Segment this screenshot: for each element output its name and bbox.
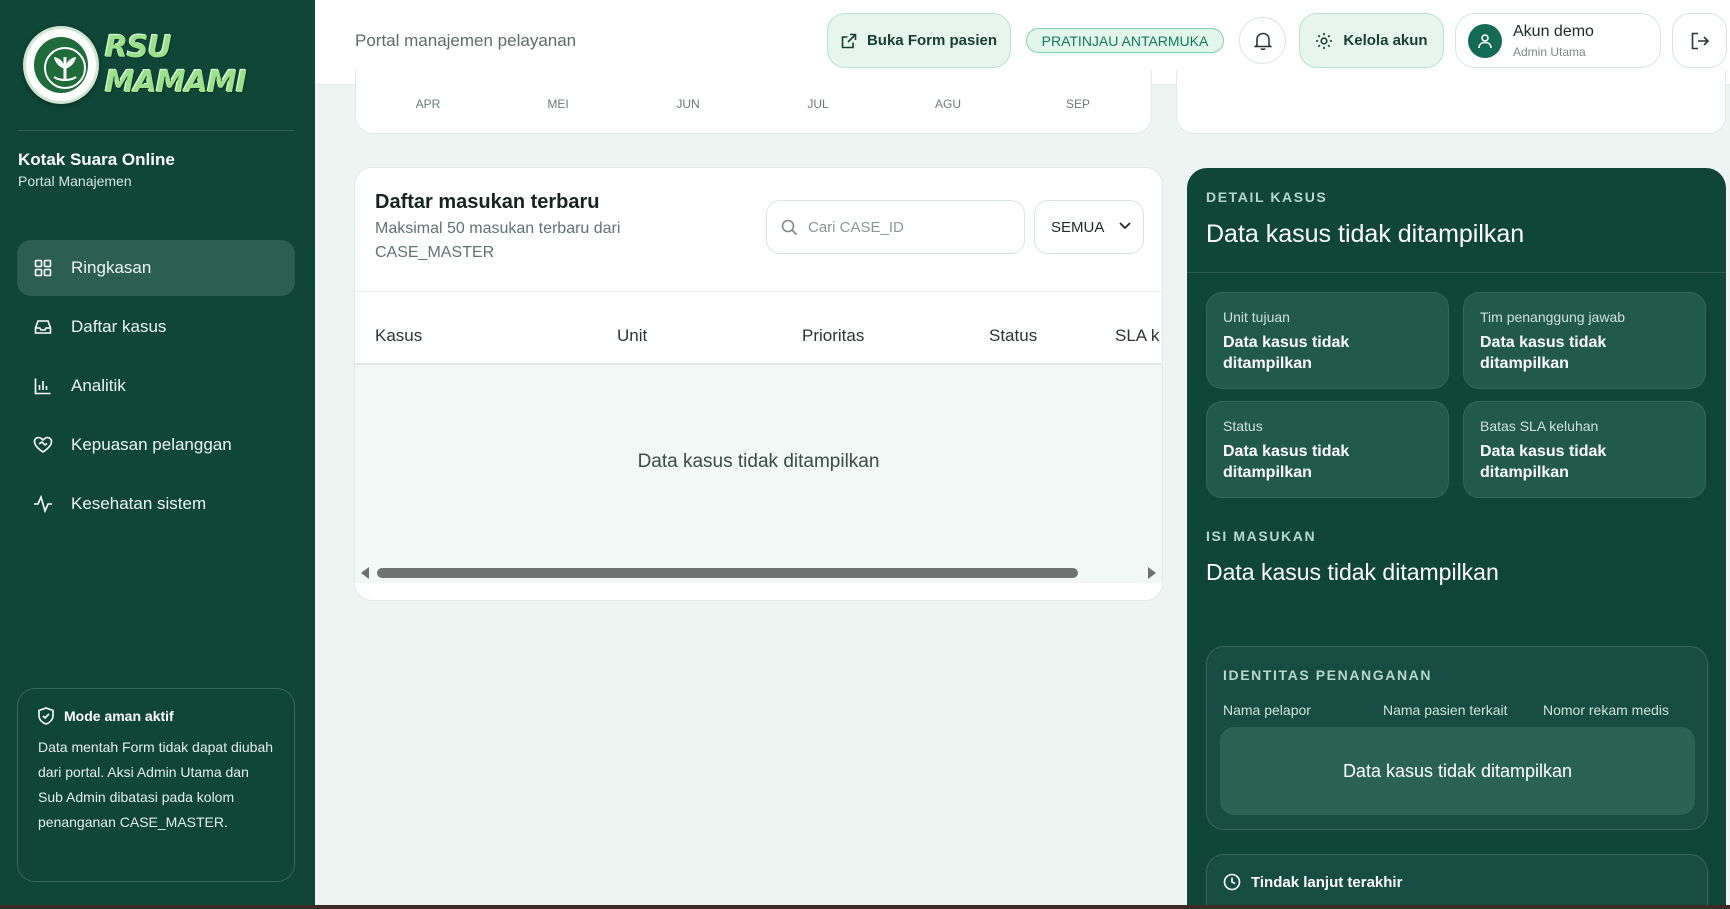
open-patient-form-button[interactable]: Buka Form pasien [827, 13, 1011, 68]
info-value: Data kasus tidak ditampilkan [1223, 334, 1350, 372]
list-title: Daftar masukan terbaru [375, 191, 600, 213]
sidebar-item-analitik[interactable]: Analitik [17, 358, 295, 414]
horizontal-scrollbar[interactable] [355, 563, 1162, 583]
table-body: Data kasus tidak ditampilkan [355, 365, 1162, 565]
sidebar-item-kesehatan-sistem[interactable]: Kesehatan sistem [17, 476, 295, 532]
safe-mode-panel: Mode aman aktif Data mentah Form tidak d… [17, 688, 295, 882]
sidebar-item-label: Ringkasan [71, 258, 152, 277]
x-tick-label: MEI [547, 97, 568, 111]
sidebar-item-kepuasan-pelanggan[interactable]: Kepuasan pelanggan [17, 417, 295, 473]
isi-masukan-kicker: ISI MASUKAN [1206, 528, 1317, 544]
search-input[interactable] [808, 218, 1008, 236]
sidebar-item-label: Daftar kasus [71, 317, 167, 336]
scroll-right-arrow-icon[interactable] [1148, 567, 1156, 579]
sidebar-item-label: Analitik [71, 376, 126, 395]
window-bottom-edge [0, 905, 1730, 909]
clock-icon [1223, 873, 1241, 891]
column-header-sla[interactable]: SLA k [1115, 326, 1159, 346]
user-role: Admin Utama [1513, 45, 1586, 59]
column-header-unit[interactable]: Unit [617, 326, 647, 346]
brand-title: Kotak Suara Online [18, 150, 175, 169]
recent-feedback-card: Daftar masukan terbaru Maksimal 50 masuk… [354, 167, 1163, 601]
trend-chart-card: APR MEI JUN JUL AGU SEP [355, 70, 1152, 134]
safe-mode-title: Mode aman aktif [38, 707, 274, 725]
external-link-icon [841, 33, 857, 48]
bell-icon [1253, 32, 1272, 50]
info-label: Unit tujuan [1223, 309, 1290, 325]
logo-text: RSU MAMAMI [104, 30, 247, 100]
sidebar: RSU MAMAMI Kotak Suara Online Portal Man… [0, 0, 315, 909]
chevron-down-icon [1119, 222, 1131, 230]
x-tick-label: SEP [1066, 97, 1090, 111]
user-menu[interactable]: Akun demo Admin Utama [1455, 13, 1661, 68]
column-header-kasus[interactable]: Kasus [375, 326, 422, 346]
user-icon [1478, 34, 1492, 49]
case-detail-panel: DETAIL KASUS Data kasus tidak ditampilka… [1187, 168, 1726, 909]
search-icon [781, 219, 798, 235]
inbox-icon [33, 317, 53, 337]
bar-chart-icon [33, 376, 53, 396]
info-value: Data kasus tidak ditampilkan [1480, 443, 1607, 481]
empty-table-message: Data kasus tidak ditampilkan [637, 451, 880, 472]
scrollbar-thumb[interactable] [377, 568, 1078, 578]
hospital-logo[interactable]: RSU MAMAMI [23, 26, 315, 104]
x-tick-label: AGU [935, 97, 961, 111]
identity-kicker: IDENTITAS PENANGANAN [1223, 667, 1433, 683]
x-tick-label: APR [416, 97, 441, 111]
sidebar-item-ringkasan[interactable]: Ringkasan [17, 240, 295, 296]
status-filter-select[interactable]: SEMUA [1034, 200, 1144, 254]
sidebar-item-label: Kesehatan sistem [71, 494, 207, 513]
notifications-button[interactable] [1239, 17, 1286, 64]
detail-divider [1187, 272, 1726, 273]
x-tick-label: JUL [807, 97, 829, 111]
sidebar-nav: Ringkasan Daftar kasus Analitik Kepuasan… [17, 240, 295, 535]
preview-badge: PRATINJAU ANTARMUKA [1026, 28, 1224, 53]
identity-panel: IDENTITAS PENANGANAN Nama pelapor Nama p… [1206, 646, 1708, 830]
scroll-left-arrow-icon[interactable] [361, 567, 369, 579]
identity-col-medical-record: Nomor rekam medis [1543, 702, 1670, 718]
follow-up-title: Tindak lanjut terakhir [1223, 873, 1402, 891]
grid-icon [33, 258, 53, 278]
user-name: Akun demo [1513, 23, 1594, 40]
info-tim-penanggung-jawab: Tim penanggung jawab Data kasus tidak di… [1463, 292, 1706, 389]
status-filter-value: SEMUA [1051, 218, 1105, 236]
identity-col-patient: Nama pasien terkait [1383, 702, 1508, 718]
sidebar-item-daftar-kasus[interactable]: Daftar kasus [17, 299, 295, 355]
detail-kicker: DETAIL KASUS [1206, 189, 1328, 205]
logo-seal-icon [23, 26, 99, 104]
summary-card [1176, 70, 1726, 134]
safe-mode-text: Data mentah Form tidak dapat diubah dari… [38, 739, 274, 830]
info-unit-tujuan: Unit tujuan Data kasus tidak ditampilkan [1206, 292, 1449, 389]
column-header-prioritas[interactable]: Prioritas [802, 326, 864, 346]
brand-subtitle: Portal Manajemen [18, 173, 132, 189]
shield-icon [38, 707, 54, 725]
follow-up-panel: Tindak lanjut terakhir [1206, 854, 1708, 909]
page-title: Portal manajemen pelayanan [355, 31, 577, 50]
avatar [1468, 24, 1502, 58]
identity-col-reporter: Nama pelapor [1223, 702, 1311, 718]
sidebar-divider [18, 130, 294, 131]
info-value: Data kasus tidak ditampilkan [1480, 334, 1607, 372]
logout-button[interactable] [1672, 13, 1727, 68]
info-label: Batas SLA keluhan [1480, 418, 1599, 434]
sidebar-item-label: Kepuasan pelanggan [71, 435, 232, 454]
detail-title: Data kasus tidak ditampilkan [1206, 220, 1525, 248]
case-search-field[interactable] [766, 200, 1025, 254]
info-value: Data kasus tidak ditampilkan [1223, 443, 1350, 481]
list-subtitle: Maksimal 50 masukan terbaru dari CASE_MA… [375, 220, 621, 261]
identity-empty-message: Data kasus tidak ditampilkan [1220, 727, 1695, 815]
info-status: Status Data kasus tidak ditampilkan [1206, 401, 1449, 498]
info-label: Status [1223, 418, 1263, 434]
column-header-status[interactable]: Status [989, 326, 1037, 346]
info-label: Tim penanggung jawab [1480, 309, 1626, 325]
chart-x-axis: APR MEI JUN JUL AGU SEP [416, 97, 1090, 111]
x-tick-label: JUN [676, 97, 699, 111]
gear-icon [1316, 32, 1333, 49]
manage-account-button[interactable]: Kelola akun [1299, 13, 1444, 68]
heart-handshake-icon [33, 435, 53, 455]
info-batas-sla: Batas SLA keluhan Data kasus tidak ditam… [1463, 401, 1706, 498]
isi-masukan-value: Data kasus tidak ditampilkan [1206, 559, 1499, 585]
logout-icon [1691, 32, 1709, 49]
activity-icon [33, 494, 53, 514]
